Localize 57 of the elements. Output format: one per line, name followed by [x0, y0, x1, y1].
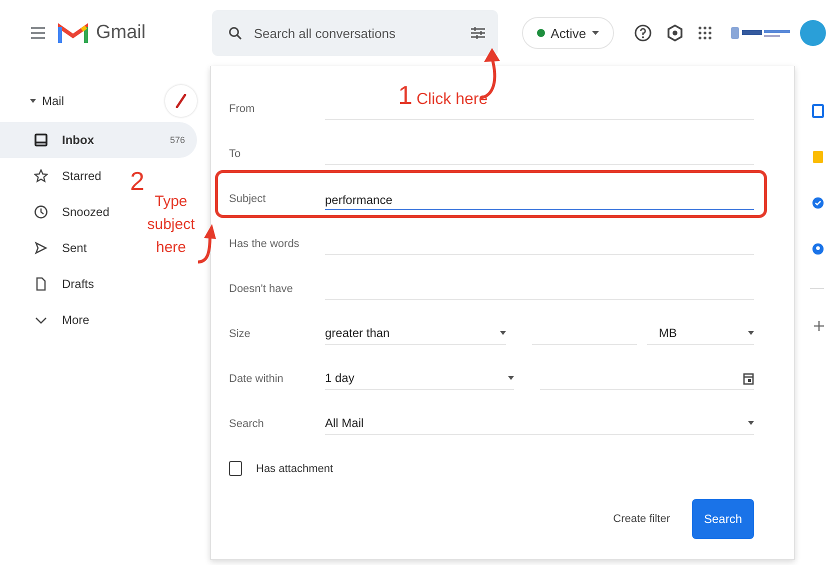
help-icon[interactable] [634, 24, 652, 42]
star-icon [34, 169, 48, 183]
dropdown[interactable]: 1 day [325, 367, 514, 390]
sidebar-item[interactable]: More [0, 302, 106, 338]
field-label: From [229, 102, 256, 114]
settings-icon[interactable] [666, 24, 684, 42]
dropdown[interactable]: MB [646, 322, 754, 344]
clock-icon [34, 205, 48, 219]
compose-button[interactable] [165, 85, 197, 117]
sidebar-item[interactable]: Inbox 576 [0, 122, 197, 158]
caret-icon [748, 331, 754, 335]
sidebar-item[interactable]: Starred [0, 158, 118, 194]
pencil-icon [175, 94, 187, 108]
step-number: 2 [130, 166, 144, 197]
avatar[interactable] [800, 20, 826, 46]
menu-icon[interactable] [30, 27, 46, 39]
field-label: To [229, 148, 242, 160]
search-field[interactable]: Search all conversations [252, 24, 460, 42]
caret-icon [500, 331, 506, 335]
calendar-icon[interactable] [743, 372, 754, 384]
curved-arrow [197, 222, 217, 266]
send-icon [34, 241, 48, 255]
field-label: Date within [229, 372, 284, 384]
dropdown[interactable]: All Mail [325, 412, 754, 435]
inbox-icon [34, 133, 48, 147]
sidebar-item[interactable]: Sent [0, 230, 103, 266]
field-label: Size [229, 328, 252, 340]
logo-icon [58, 22, 88, 44]
field-label: Subject [229, 192, 267, 204]
contacts-app-icon[interactable] [812, 242, 824, 256]
caret-icon[interactable] [30, 99, 36, 103]
caret-icon [748, 421, 754, 425]
sidebar-item[interactable]: Snoozed [0, 194, 126, 230]
apps-icon[interactable] [698, 26, 712, 40]
input-field[interactable]: performance [325, 188, 754, 210]
section-title: Mail [42, 94, 64, 108]
step-number: 1 [398, 80, 412, 111]
field-label: Has the words [229, 238, 300, 250]
check-app-icon[interactable] [812, 196, 824, 210]
annotation-text: Type subject here [146, 192, 196, 258]
caret-icon [508, 376, 514, 380]
document-icon [34, 277, 48, 291]
search-icon [228, 26, 242, 40]
field-label: Doesn't have [229, 282, 294, 294]
search-bar[interactable]: Search all conversations [212, 10, 498, 56]
field-label: Search [229, 418, 265, 430]
checkbox[interactable] [229, 461, 242, 476]
calendar-app-icon[interactable] [812, 104, 824, 118]
app-name: Gmail [96, 22, 146, 44]
caret-icon [592, 31, 600, 35]
dropdown[interactable]: greater than [325, 322, 506, 345]
filter-options-icon[interactable] [470, 26, 486, 40]
plus-icon[interactable] [814, 321, 824, 331]
checkbox-label: Has attachment [256, 462, 334, 474]
search-button[interactable]: Search [692, 499, 754, 539]
sidebar-item[interactable]: Drafts [0, 266, 110, 302]
status-button[interactable]: Active [522, 17, 614, 49]
